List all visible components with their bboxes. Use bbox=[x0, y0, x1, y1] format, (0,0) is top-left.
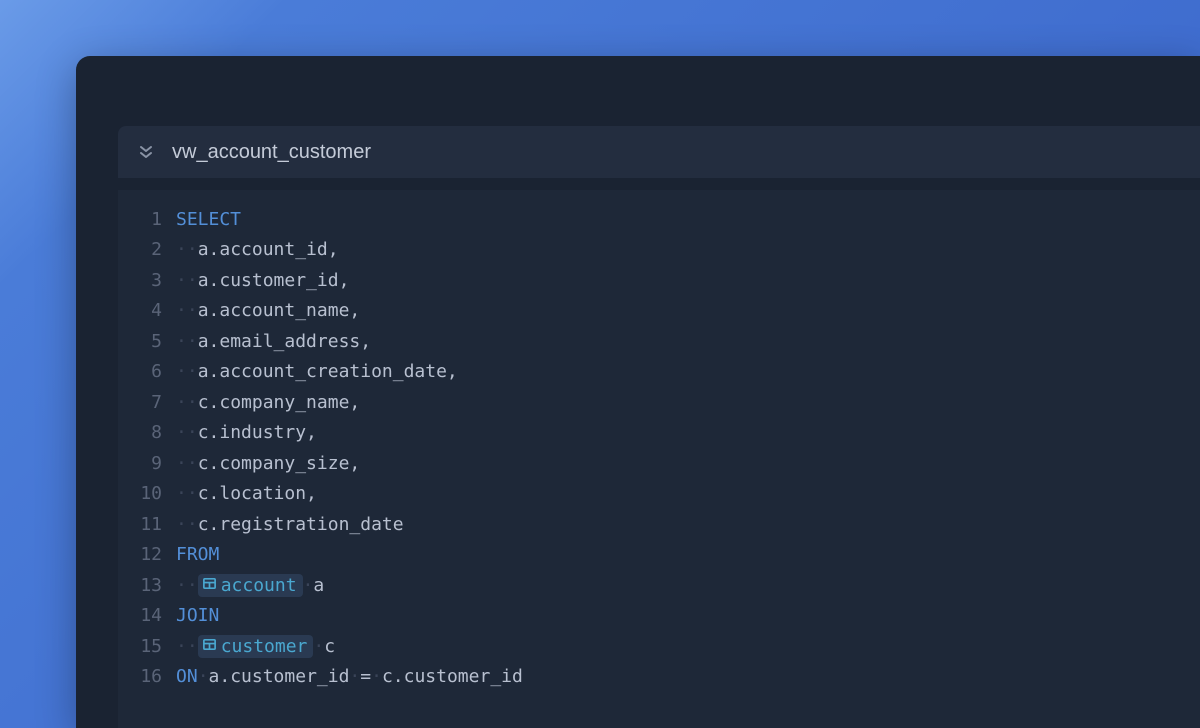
code-content[interactable]: ··a.email_address, bbox=[176, 331, 371, 352]
code-token: a.email_address, bbox=[198, 331, 371, 352]
code-content[interactable]: ··c.industry, bbox=[176, 422, 317, 443]
table-reference[interactable]: account bbox=[198, 574, 303, 597]
code-content[interactable]: ··a.account_creation_date, bbox=[176, 361, 458, 382]
line-number: 2 bbox=[118, 239, 176, 260]
code-line[interactable]: 12FROM bbox=[118, 540, 1200, 571]
code-token: c.registration_date bbox=[198, 514, 404, 535]
code-line[interactable]: 6··a.account_creation_date, bbox=[118, 357, 1200, 388]
table-name: account bbox=[221, 575, 297, 596]
code-token: c.customer_id bbox=[382, 666, 523, 687]
code-editor[interactable]: 1SELECT2··a.account_id,3··a.customer_id,… bbox=[118, 190, 1200, 728]
sql-keyword: FROM bbox=[176, 544, 219, 565]
sql-keyword: JOIN bbox=[176, 605, 219, 626]
collapse-icon[interactable] bbox=[138, 144, 154, 160]
code-line[interactable]: 16ON·a.customer_id·=·c.customer_id bbox=[118, 662, 1200, 693]
code-token: c.industry, bbox=[198, 422, 317, 443]
code-content[interactable]: ··a.account_name, bbox=[176, 300, 360, 321]
code-line[interactable]: 13·· account ·a bbox=[118, 570, 1200, 601]
code-line[interactable]: 7··c.company_name, bbox=[118, 387, 1200, 418]
whitespace-marker: ·· bbox=[176, 453, 198, 474]
line-number: 7 bbox=[118, 392, 176, 413]
code-token: a bbox=[313, 575, 324, 596]
table-icon bbox=[202, 636, 217, 657]
table-reference[interactable]: customer bbox=[198, 635, 314, 658]
code-line[interactable]: 3··a.customer_id, bbox=[118, 265, 1200, 296]
code-token: c.location, bbox=[198, 483, 317, 504]
whitespace-marker: ·· bbox=[176, 483, 198, 504]
code-token: a.account_name, bbox=[198, 300, 361, 321]
code-content[interactable]: ··c.company_name, bbox=[176, 392, 360, 413]
code-line[interactable]: 5··a.email_address, bbox=[118, 326, 1200, 357]
code-content[interactable]: SELECT bbox=[176, 209, 241, 230]
code-token: c bbox=[324, 636, 335, 657]
code-content[interactable]: JOIN bbox=[176, 605, 219, 626]
line-number: 3 bbox=[118, 270, 176, 291]
file-header: vw_account_customer bbox=[118, 126, 1200, 178]
sql-keyword: ON bbox=[176, 666, 198, 687]
editor-window: vw_account_customer 1SELECT2··a.account_… bbox=[76, 56, 1200, 728]
whitespace-marker: ·· bbox=[176, 575, 198, 596]
code-token: c.company_name, bbox=[198, 392, 361, 413]
whitespace-marker: · bbox=[371, 666, 382, 687]
code-line[interactable]: 2··a.account_id, bbox=[118, 235, 1200, 266]
file-title: vw_account_customer bbox=[172, 141, 371, 164]
line-number: 16 bbox=[118, 666, 176, 687]
line-number: 15 bbox=[118, 636, 176, 657]
code-token: = bbox=[360, 666, 371, 687]
line-number: 10 bbox=[118, 483, 176, 504]
code-token: a.customer_id bbox=[209, 666, 350, 687]
whitespace-marker: · bbox=[303, 575, 314, 596]
code-line[interactable]: 10··c.location, bbox=[118, 479, 1200, 510]
whitespace-marker: ·· bbox=[176, 422, 198, 443]
line-number: 14 bbox=[118, 605, 176, 626]
code-line[interactable]: 4··a.account_name, bbox=[118, 296, 1200, 327]
line-number: 11 bbox=[118, 514, 176, 535]
code-token: a.customer_id, bbox=[198, 270, 350, 291]
whitespace-marker: · bbox=[313, 636, 324, 657]
whitespace-marker: ·· bbox=[176, 331, 198, 352]
code-content[interactable]: ··c.company_size, bbox=[176, 453, 360, 474]
whitespace-marker: ·· bbox=[176, 514, 198, 535]
code-content[interactable]: FROM bbox=[176, 544, 219, 565]
code-content[interactable]: ··a.customer_id, bbox=[176, 270, 349, 291]
whitespace-marker: ·· bbox=[176, 392, 198, 413]
code-line[interactable]: 15·· customer·c bbox=[118, 631, 1200, 662]
line-number: 8 bbox=[118, 422, 176, 443]
whitespace-marker: ·· bbox=[176, 636, 198, 657]
code-line[interactable]: 11··c.registration_date bbox=[118, 509, 1200, 540]
code-line[interactable]: 14JOIN bbox=[118, 601, 1200, 632]
code-content[interactable]: ··c.registration_date bbox=[176, 514, 404, 535]
code-content[interactable]: ·· account ·a bbox=[176, 574, 324, 597]
code-line[interactable]: 9··c.company_size, bbox=[118, 448, 1200, 479]
whitespace-marker: ·· bbox=[176, 270, 198, 291]
code-token: a.account_id, bbox=[198, 239, 339, 260]
table-icon bbox=[202, 575, 217, 596]
whitespace-marker: ·· bbox=[176, 300, 198, 321]
line-number: 13 bbox=[118, 575, 176, 596]
code-content[interactable]: ··a.account_id, bbox=[176, 239, 339, 260]
whitespace-marker: · bbox=[349, 666, 360, 687]
whitespace-marker: · bbox=[198, 666, 209, 687]
line-number: 4 bbox=[118, 300, 176, 321]
code-token: a.account_creation_date, bbox=[198, 361, 458, 382]
whitespace-marker: ·· bbox=[176, 361, 198, 382]
line-number: 5 bbox=[118, 331, 176, 352]
whitespace-marker: ·· bbox=[176, 239, 198, 260]
line-number: 12 bbox=[118, 544, 176, 565]
code-content[interactable]: ·· customer·c bbox=[176, 635, 335, 658]
code-line[interactable]: 8··c.industry, bbox=[118, 418, 1200, 449]
code-content[interactable]: ··c.location, bbox=[176, 483, 317, 504]
line-number: 1 bbox=[118, 209, 176, 230]
code-line[interactable]: 1SELECT bbox=[118, 204, 1200, 235]
code-content[interactable]: ON·a.customer_id·=·c.customer_id bbox=[176, 666, 523, 687]
line-number: 6 bbox=[118, 361, 176, 382]
line-number: 9 bbox=[118, 453, 176, 474]
table-name: customer bbox=[221, 636, 308, 657]
code-token: c.company_size, bbox=[198, 453, 361, 474]
sql-keyword: SELECT bbox=[176, 209, 241, 230]
